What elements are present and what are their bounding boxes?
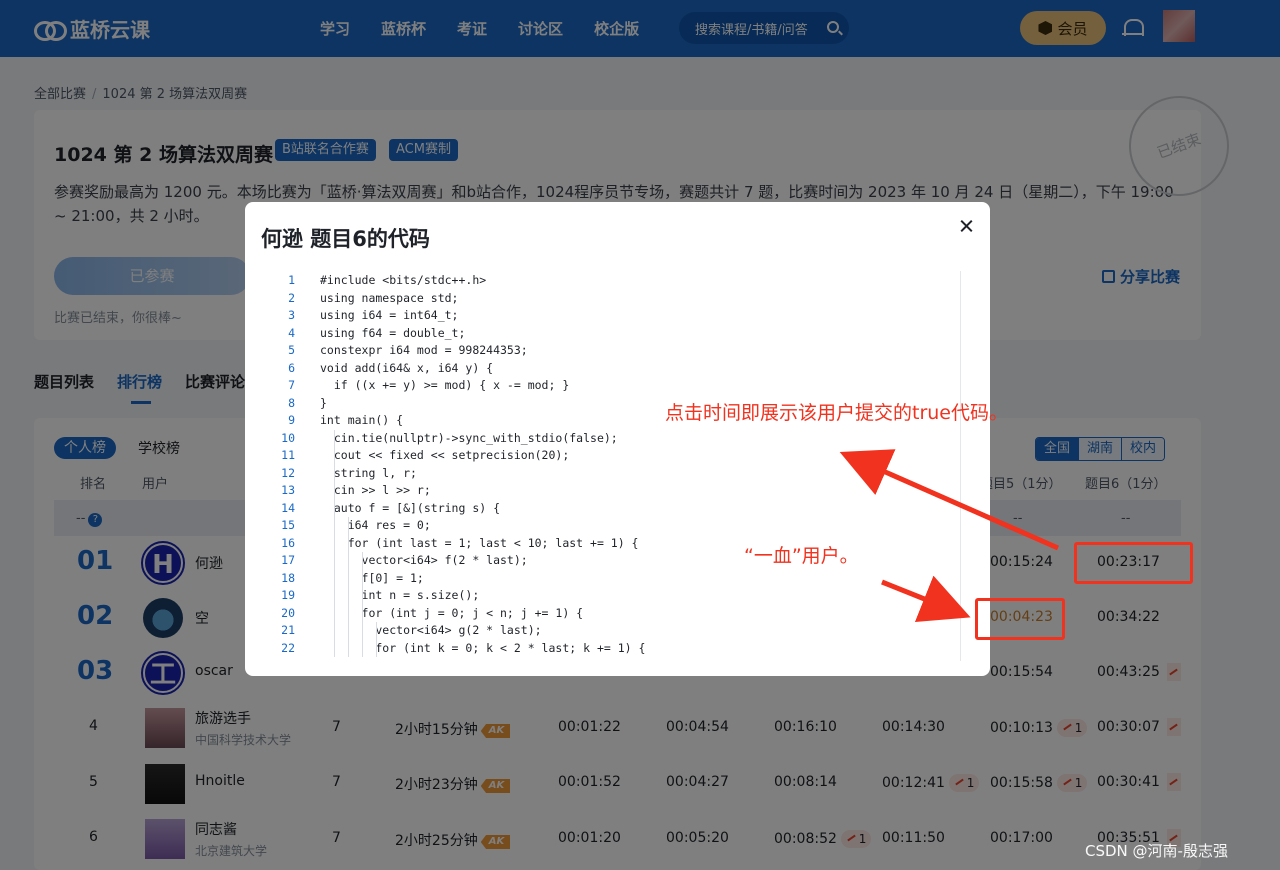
annotation-main: 点击时间即展示该用户提交的true代码。 [665, 402, 1008, 424]
highlight-box-p6 [1074, 542, 1193, 584]
watermark: CSDN @河南-殷志强 [1085, 842, 1228, 860]
arrow-to-modal [839, 449, 1060, 551]
arrow-to-first-blood [881, 575, 971, 623]
annotation-arrows [839, 449, 1060, 623]
annotation-first-blood: “一血”用户。 [744, 545, 859, 567]
highlight-box-first-blood [975, 598, 1065, 640]
